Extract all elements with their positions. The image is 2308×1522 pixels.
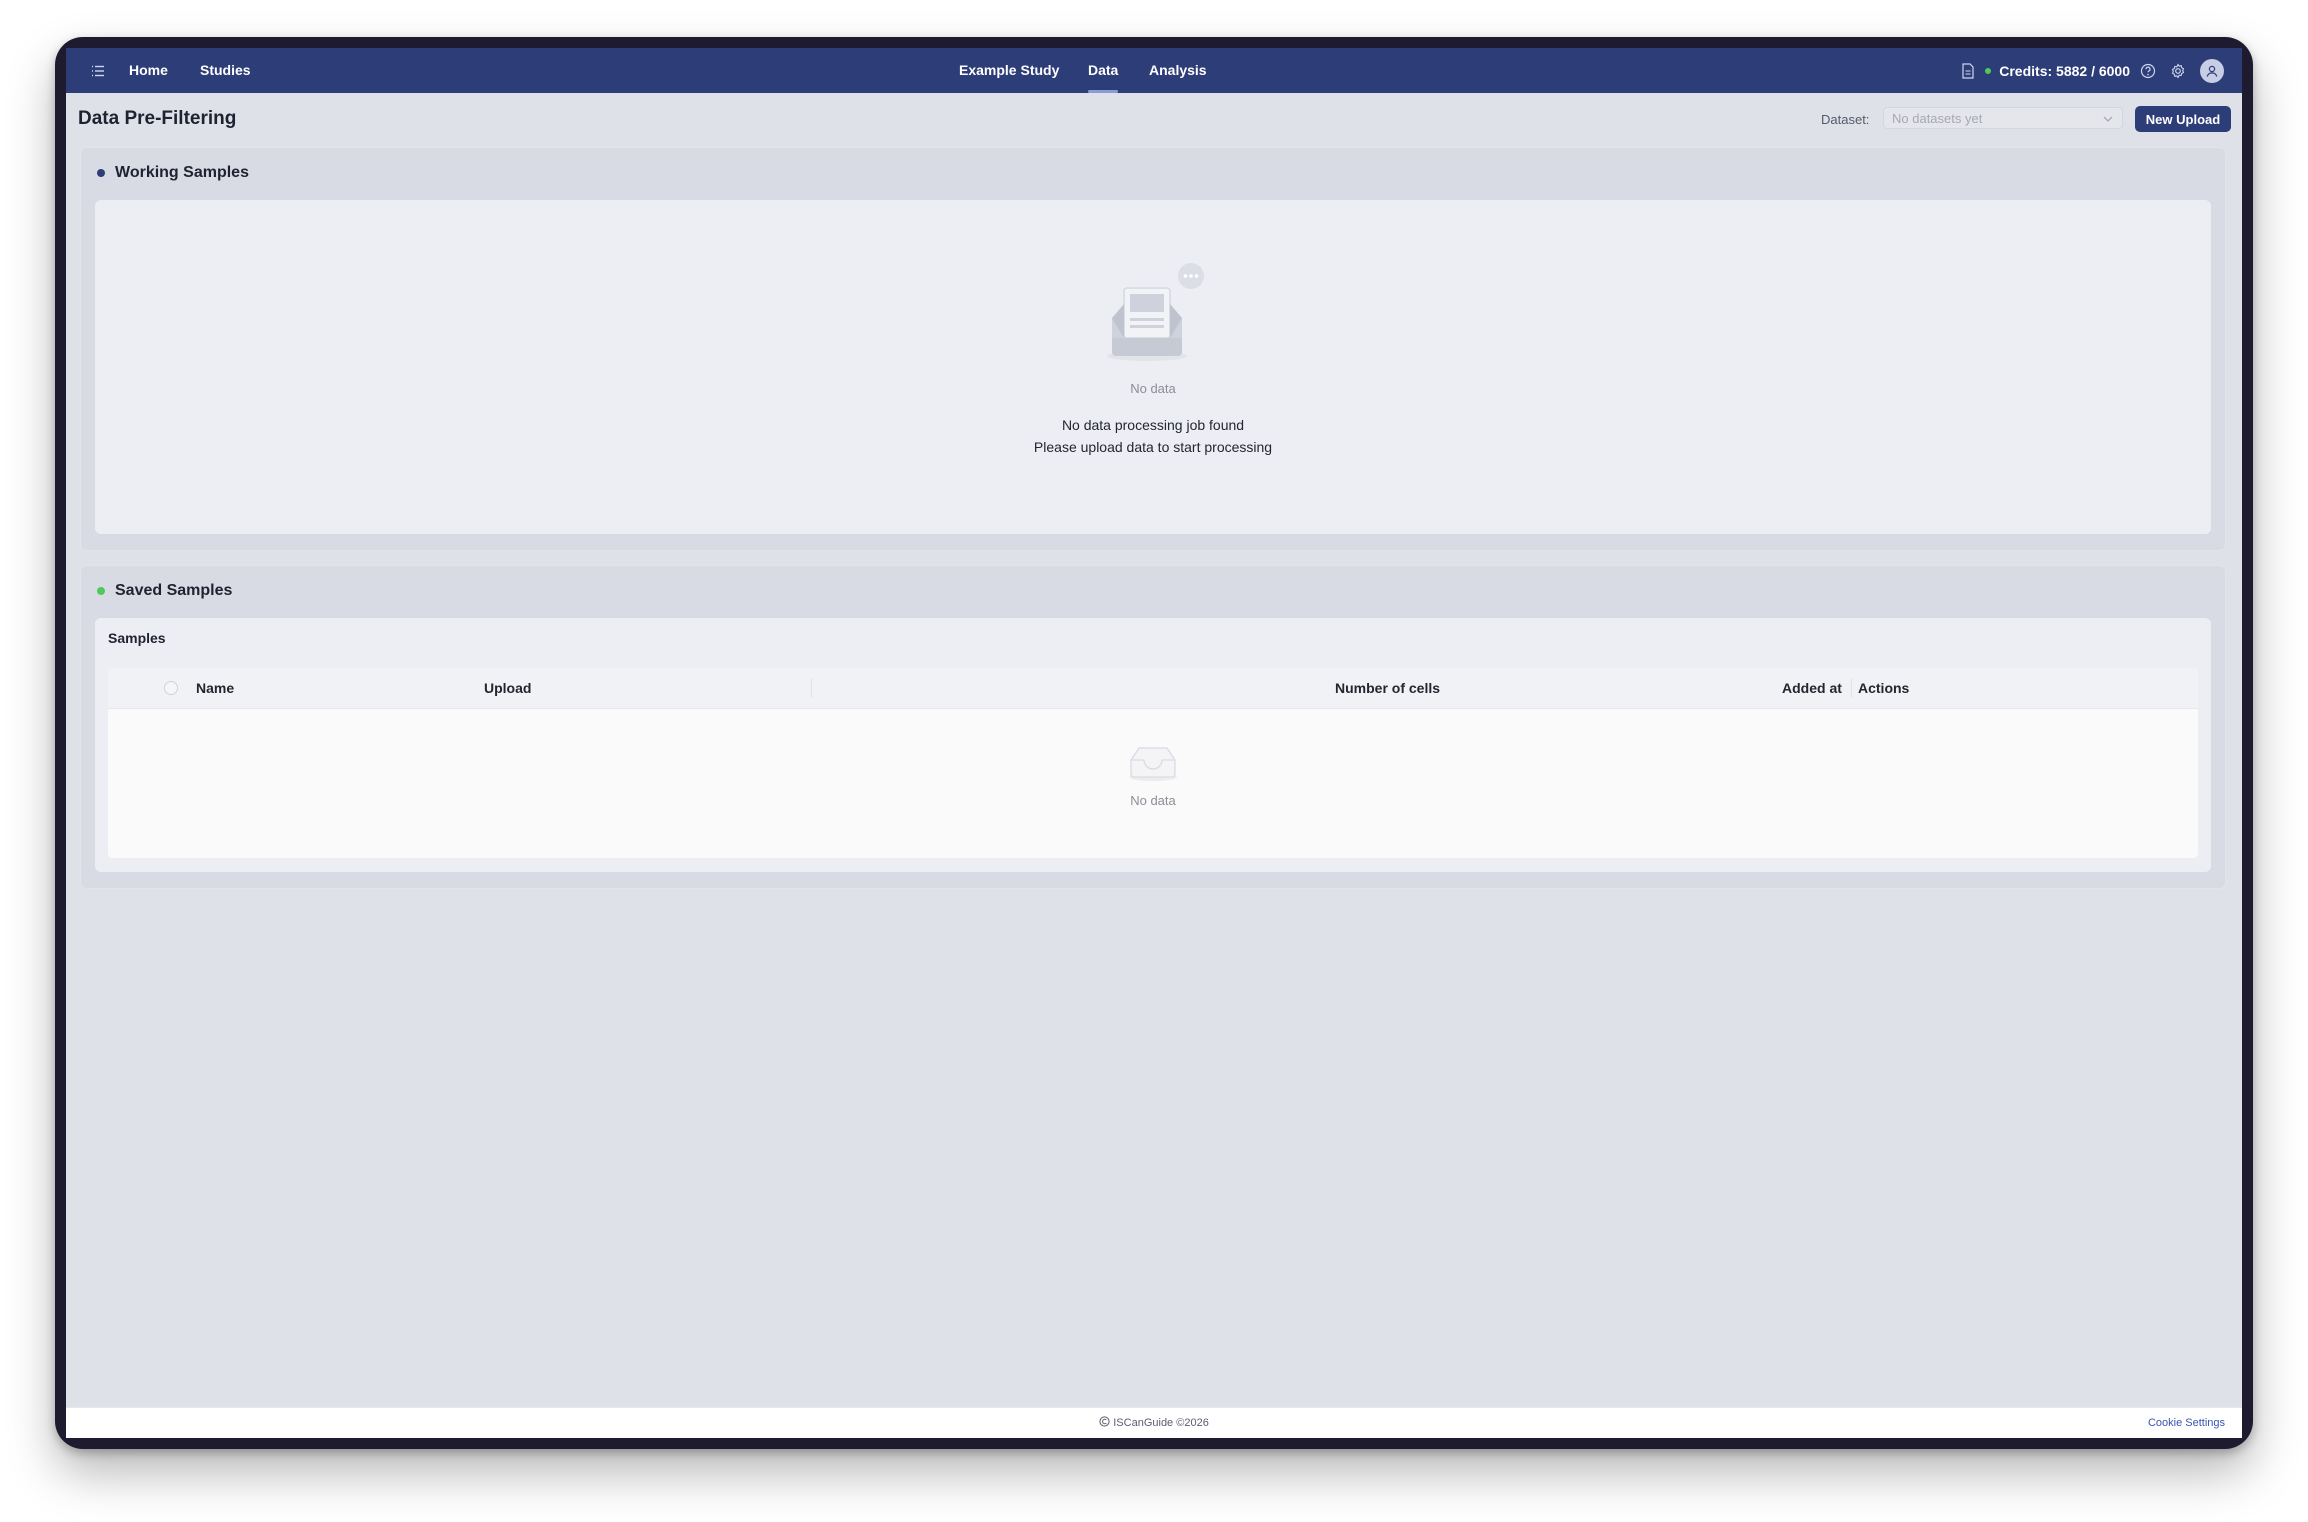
empty-tray-icon bbox=[1129, 747, 1177, 781]
status-dot bbox=[1985, 67, 1992, 74]
column-number-of-cells[interactable]: Number of cells bbox=[1335, 668, 1440, 708]
tab-example-study[interactable]: Example Study bbox=[959, 48, 1059, 93]
empty-inbox-icon bbox=[1107, 263, 1204, 361]
column-added-at[interactable]: Added at bbox=[1782, 668, 1842, 708]
user-avatar[interactable] bbox=[2200, 58, 2224, 83]
header-tools: Credits: 5882 / 6000 bbox=[1961, 48, 2224, 93]
top-navbar: Home Studies Example Study Data Analysis… bbox=[66, 48, 2242, 93]
copyright-logo-icon bbox=[1099, 1416, 1110, 1427]
column-actions: Actions bbox=[1858, 680, 1910, 696]
table-empty-state: No data bbox=[108, 742, 2198, 808]
nav-home-link[interactable]: Home bbox=[129, 48, 168, 93]
working-samples-title: Working Samples bbox=[97, 164, 249, 182]
working-samples-section: Working Samples No data No data processi… bbox=[80, 147, 2226, 551]
working-message-line1: No data processing job found bbox=[1061, 417, 1245, 433]
tab-data[interactable]: Data bbox=[1088, 48, 1119, 93]
page-title: Data Pre-Filtering bbox=[78, 108, 237, 129]
cookie-settings-link[interactable]: Cookie Settings bbox=[2148, 1408, 2225, 1438]
samples-card-title: Samples bbox=[108, 630, 166, 646]
saved-samples-heading: Saved Samples bbox=[115, 582, 233, 599]
nav-studies-link[interactable]: Studies bbox=[200, 48, 251, 93]
user-icon bbox=[2206, 65, 2218, 77]
working-message-line2: Please upload data to start processing bbox=[1033, 439, 1273, 455]
select-all-checkbox[interactable] bbox=[164, 681, 178, 695]
working-samples-heading: Working Samples bbox=[115, 164, 249, 181]
dataset-select[interactable]: No datasets yet bbox=[1883, 107, 2123, 129]
chevron-down-icon bbox=[2103, 116, 2113, 122]
footer: ISCanGuide ©2026 Cookie Settings bbox=[66, 1407, 2242, 1438]
working-empty-label: No data bbox=[1130, 381, 1176, 396]
document-icon[interactable] bbox=[1961, 62, 1975, 79]
table-empty-label: No data bbox=[1130, 793, 1176, 808]
table-header: Name Upload Number of cells Added at Act… bbox=[108, 668, 2198, 709]
samples-table: Name Upload Number of cells Added at Act… bbox=[108, 668, 2198, 858]
help-icon[interactable] bbox=[2140, 63, 2156, 79]
saved-bullet bbox=[97, 587, 105, 595]
working-bullet bbox=[97, 169, 105, 177]
app-window: Home Studies Example Study Data Analysis… bbox=[66, 48, 2242, 1438]
column-separator bbox=[811, 678, 812, 698]
settings-icon[interactable] bbox=[2170, 62, 2186, 79]
menu-icon[interactable] bbox=[90, 63, 106, 79]
column-separator bbox=[1851, 678, 1852, 698]
tab-analysis[interactable]: Analysis bbox=[1149, 48, 1207, 93]
saved-samples-title: Saved Samples bbox=[97, 582, 232, 600]
credits-counter: Credits: 5882 / 6000 bbox=[1999, 62, 2130, 79]
column-name[interactable]: Name bbox=[196, 668, 234, 708]
new-upload-button[interactable]: New Upload bbox=[2135, 106, 2231, 132]
saved-samples-section: Saved Samples Samples Name Upload Number… bbox=[80, 565, 2226, 889]
dataset-select-placeholder: No datasets yet bbox=[1892, 111, 1983, 126]
working-samples-panel: No data No data processing job found Ple… bbox=[95, 200, 2211, 534]
working-empty-state: No data No data processing job found Ple… bbox=[95, 260, 2211, 458]
column-upload[interactable]: Upload bbox=[484, 668, 531, 708]
samples-card: Samples Name Upload Number of cells Adde… bbox=[95, 618, 2211, 872]
dataset-label: Dataset: bbox=[1821, 112, 1870, 127]
footer-brand-text: ISCanGuide ©2026 bbox=[1113, 1417, 1209, 1429]
footer-brand: ISCanGuide ©2026 bbox=[66, 1408, 2242, 1438]
